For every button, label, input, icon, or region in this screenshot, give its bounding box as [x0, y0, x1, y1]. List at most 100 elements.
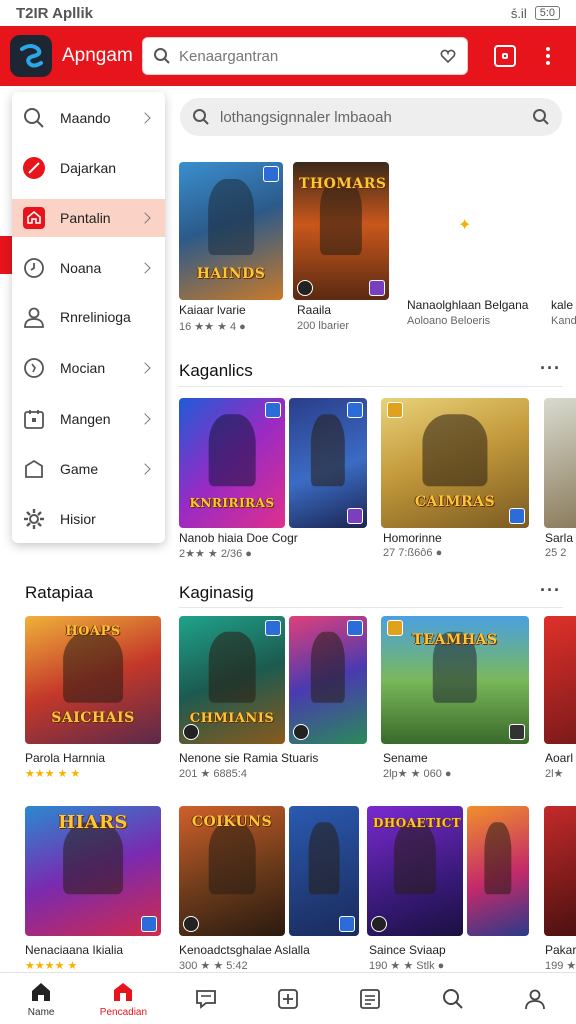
- card-title: Nenone sie Ramia Stuaris: [179, 751, 319, 765]
- game-card[interactable]: [289, 806, 359, 936]
- game-art: COIKUNS: [179, 806, 285, 936]
- signal-icon: ṥ.il: [510, 5, 527, 21]
- card-rating: 201 ★ 6885:4: [179, 768, 247, 780]
- art-title: CHMIANIS: [189, 711, 275, 726]
- home-icon: [22, 206, 46, 230]
- art-title: HIARS: [58, 812, 128, 833]
- nav-search[interactable]: [411, 973, 493, 1024]
- divider: [179, 607, 563, 608]
- art-title: CAIMRAS: [414, 494, 496, 510]
- more-icon[interactable]: ···: [540, 358, 561, 379]
- game-card[interactable]: [544, 806, 576, 936]
- card-rating: 2lp★ ★ 060 ●: [383, 768, 452, 780]
- heart-icon[interactable]: [439, 47, 457, 65]
- card-title: Saince Sviaap: [369, 943, 446, 957]
- game-card[interactable]: CHMIANIS: [179, 616, 285, 744]
- game-art: THOMARS: [293, 162, 389, 300]
- list-icon: [360, 988, 381, 1009]
- menu-item-dajarkan[interactable]: Dajarkan: [12, 149, 165, 187]
- app-logo[interactable]: [10, 35, 52, 77]
- search-icon[interactable]: [532, 108, 550, 126]
- store-icon: [114, 982, 133, 1001]
- game-art: [544, 398, 576, 528]
- game-art: CAIMRAS: [381, 398, 529, 528]
- search-icon: [154, 48, 170, 64]
- game-art: [467, 806, 529, 936]
- chevron-right-icon: [139, 212, 151, 224]
- game-card[interactable]: [544, 616, 576, 744]
- menu-item-label: Maando: [60, 110, 111, 126]
- game-card[interactable]: COIKUNS: [179, 806, 285, 936]
- nav-list[interactable]: [329, 973, 411, 1024]
- game-art: [289, 398, 367, 528]
- game-art: HIARS: [25, 806, 161, 936]
- section-title: Kaginasig: [179, 583, 254, 602]
- square-icon: [502, 53, 508, 59]
- nav-add[interactable]: [247, 973, 329, 1024]
- menu-item-rnrelinioga[interactable]: Rnrelinioga: [12, 298, 165, 336]
- chevron-right-icon: [139, 112, 151, 124]
- status-bar: T2IR Apllik ṥ.il 5:0: [0, 0, 576, 26]
- game-card[interactable]: TEAMHAS: [381, 616, 529, 744]
- overflow-menu-button[interactable]: [546, 47, 550, 65]
- card-rating: Aoloano Beloeris: [407, 315, 491, 327]
- nav-label: Name: [27, 1006, 55, 1018]
- header-search-input[interactable]: Kenaargantran: [142, 37, 468, 75]
- card-title: Nenaciaana Ikialia: [25, 943, 124, 957]
- card-title: kale: [551, 298, 574, 312]
- game-card[interactable]: HOAPS SAICHAIS: [25, 616, 161, 744]
- chevron-right-icon: [139, 262, 151, 274]
- nav-profile[interactable]: [494, 973, 576, 1024]
- logo-icon: [20, 44, 43, 68]
- card-title: Raaila: [297, 303, 332, 317]
- game-card[interactable]: THOMARS: [293, 162, 389, 300]
- side-drawer-menu: Maando Dajarkan Pantalin Noana Rnrelinio…: [12, 92, 165, 543]
- art-title: COIKUNS: [191, 814, 273, 830]
- art-title: DHOAETICT: [373, 816, 462, 830]
- home-icon: [32, 982, 51, 1001]
- menu-item-mocian[interactable]: Mocian: [12, 349, 165, 387]
- menu-item-noana[interactable]: Noana: [12, 249, 165, 287]
- app-header: Apngam Kenaargantran: [0, 26, 576, 86]
- menu-item-label: Pantalin: [60, 210, 111, 226]
- user-icon: [22, 305, 46, 329]
- game-art: TEAMHAS: [381, 616, 529, 744]
- nav-store[interactable]: Pencadian: [82, 973, 164, 1024]
- section-title: Ratapiaa: [25, 583, 94, 602]
- nav-label: Pencadian: [99, 1006, 148, 1018]
- game-card[interactable]: [289, 616, 367, 744]
- art-title: THOMARS: [299, 176, 387, 192]
- card-title: Nanob hiaia Doe Cogr: [179, 531, 298, 545]
- menu-item-pantalin[interactable]: Pantalin: [12, 199, 165, 237]
- menu-item-hisior[interactable]: Hisior: [12, 500, 165, 538]
- game-card[interactable]: HAINDS: [179, 162, 283, 300]
- game-card[interactable]: CAIMRAS: [381, 398, 529, 528]
- bottom-navigation: Name Pencadian: [0, 972, 576, 1024]
- game-card[interactable]: [544, 398, 576, 528]
- main-search-input[interactable]: lothangsignnaler lmbaoah: [180, 98, 562, 136]
- card-title: Pakar: [545, 943, 576, 957]
- card-title: Kaiaar lvarie: [179, 303, 246, 317]
- game-card[interactable]: [289, 398, 367, 528]
- more-icon[interactable]: ···: [540, 580, 561, 601]
- chevron-right-icon: [139, 362, 151, 374]
- menu-item-label: Dajarkan: [60, 160, 117, 176]
- menu-item-maando[interactable]: Maando: [12, 99, 165, 137]
- status-icons: ṥ.il 5:0: [511, 6, 560, 21]
- nav-home[interactable]: Name: [0, 973, 82, 1024]
- game-card[interactable]: DHOAETICT: [367, 806, 463, 936]
- menu-item-mangen[interactable]: Mangen: [12, 400, 165, 438]
- menu-item-label: Game: [60, 461, 99, 477]
- game-card[interactable]: HIARS: [25, 806, 161, 936]
- app-title: Apngam: [62, 45, 133, 66]
- menu-item-game[interactable]: Game: [12, 450, 165, 488]
- status-time: T2IR Apllik: [16, 4, 93, 22]
- menu-item-label: Noana: [60, 260, 102, 276]
- search-icon: [22, 106, 46, 130]
- header-search-placeholder: Kenaargantran: [179, 47, 279, 65]
- nav-chat[interactable]: [165, 973, 247, 1024]
- game-card[interactable]: [467, 806, 529, 936]
- game-card[interactable]: KNRIRIRAS: [179, 398, 285, 528]
- notification-button[interactable]: [494, 45, 516, 67]
- main-search-placeholder: lothangsignnaler lmbaoah: [220, 108, 392, 126]
